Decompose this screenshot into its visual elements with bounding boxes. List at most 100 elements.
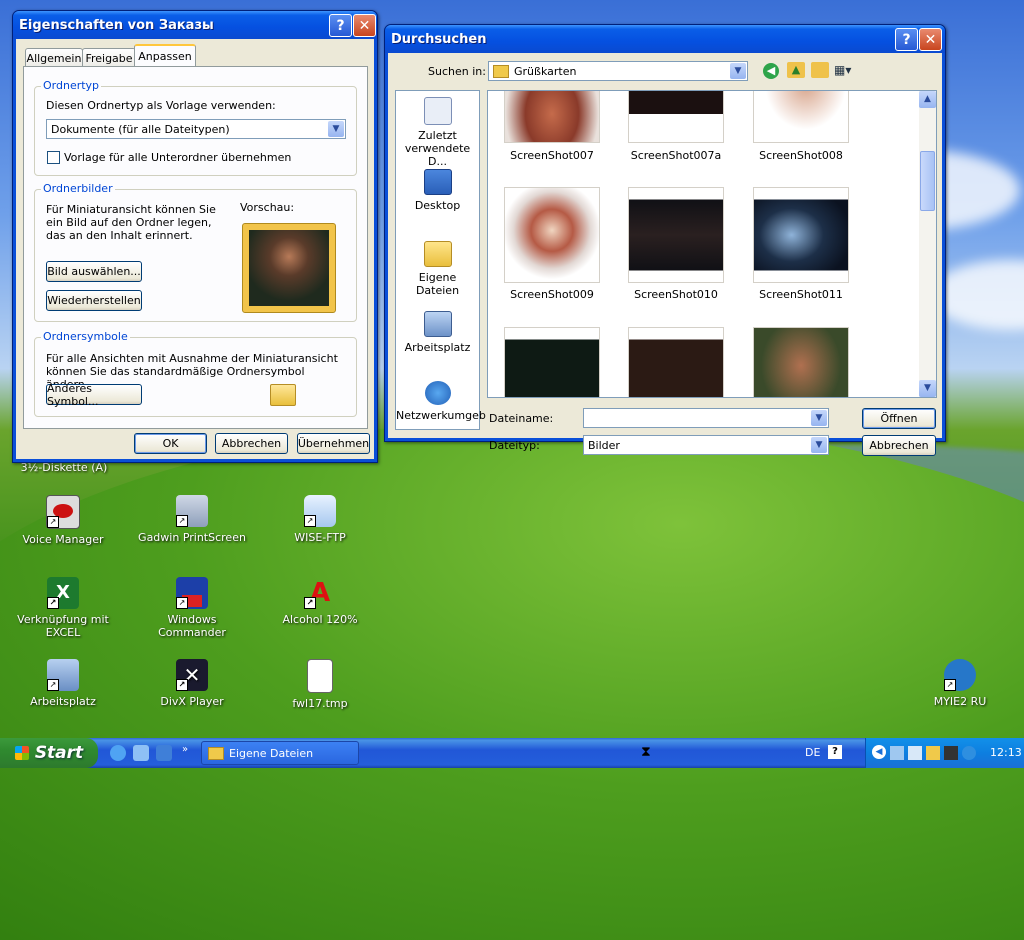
start-label: Start <box>34 743 84 763</box>
lookin-label: Suchen in: <box>428 65 486 78</box>
task-button-eigene-dateien[interactable]: Eigene Dateien <box>201 741 359 765</box>
tray-network-icon[interactable] <box>890 746 904 760</box>
clock[interactable]: 12:13 <box>990 746 1022 759</box>
lookin-select[interactable]: Grüßkarten ▼ <box>488 61 748 81</box>
help-button[interactable]: ? <box>895 28 918 51</box>
desktop-icon-voice-manager[interactable]: ↗ Voice Manager <box>3 495 123 546</box>
open-button[interactable]: Öffnen <box>862 408 936 429</box>
help-icon[interactable]: ? <box>828 745 842 759</box>
cancel-button[interactable]: Abbrechen <box>215 433 288 454</box>
filename-input[interactable]: ▼ <box>583 408 829 428</box>
desktop-icon-divx[interactable]: ✕ ↗ DivX Player <box>132 659 252 708</box>
place-desktop[interactable]: Desktop <box>396 169 479 212</box>
file-label[interactable]: ScreenShot008 <box>741 149 861 162</box>
desktop-icon-excel[interactable]: X ↗ Verknüpfung mit EXCEL <box>3 577 123 639</box>
desktop-icon-tmp[interactable]: fwl17.tmp <box>260 659 380 710</box>
chevron-down-icon[interactable]: ▼ <box>730 63 746 79</box>
voice-manager-icon: ↗ <box>46 495 80 529</box>
chevron-down-icon[interactable]: ▼ <box>328 121 344 137</box>
tray-globe-icon[interactable] <box>962 746 976 760</box>
place-label: Arbeitsplatz <box>404 341 471 354</box>
alcohol-icon: A ↗ <box>304 577 336 609</box>
properties-titlebar[interactable]: Eigenschaften von Заказы ? ✕ <box>13 11 377 39</box>
desktop-icon-wise-ftp[interactable]: ↗ WISE-FTP <box>260 495 380 544</box>
vertical-scrollbar[interactable]: ▲ ▼ <box>919 91 936 397</box>
desktop-icon-windows-commander[interactable]: ↗ Windows Commander <box>132 577 252 639</box>
thumbnail[interactable] <box>753 187 849 283</box>
browse-titlebar[interactable]: Durchsuchen ? ✕ <box>385 25 945 53</box>
quicklaunch-desktop-icon[interactable] <box>133 745 149 761</box>
system-tray: ◀ 12:13 <box>865 738 1024 768</box>
close-button[interactable]: ✕ <box>353 14 376 37</box>
up-folder-icon[interactable]: ▲ <box>787 62 805 78</box>
quicklaunch-media-icon[interactable] <box>156 745 172 761</box>
tab-allgemein[interactable]: Allgemein <box>25 48 83 67</box>
group-title: Ordnerbilder <box>41 182 115 195</box>
close-button[interactable]: ✕ <box>919 28 942 51</box>
new-folder-icon[interactable] <box>811 62 829 78</box>
thumbnail[interactable] <box>504 327 600 397</box>
thumbnail[interactable] <box>753 91 849 143</box>
choose-picture-button[interactable]: Bild auswählen... <box>46 261 142 282</box>
back-icon[interactable]: ◀ <box>763 63 779 79</box>
file-label[interactable]: ScreenShot011 <box>741 288 861 301</box>
task-label: Eigene Dateien <box>229 746 314 760</box>
place-label: Desktop <box>414 199 461 212</box>
tray-monitor-icon[interactable] <box>944 746 958 760</box>
chevron-down-icon[interactable]: ▼ <box>811 410 827 426</box>
file-list[interactable]: ScreenShot007 ScreenShot007a ScreenShot0… <box>487 90 937 398</box>
scroll-up-button[interactable]: ▲ <box>919 91 936 108</box>
thumbnail[interactable] <box>628 187 724 283</box>
folder-picture-text: Für Miniaturansicht können Sie ein Bild … <box>46 203 216 242</box>
thumbnail[interactable] <box>504 91 600 143</box>
place-my-documents[interactable]: Eigene Dateien <box>396 241 479 297</box>
filetype-select[interactable]: Bilder ▼ <box>583 435 829 455</box>
folder-icon <box>270 384 296 406</box>
thumbnail[interactable] <box>753 327 849 397</box>
thumbnail[interactable] <box>628 91 724 143</box>
quicklaunch-expand-icon[interactable]: » <box>182 744 188 755</box>
desktop-icon-my-computer[interactable]: ↗ Arbeitsplatz <box>3 659 123 708</box>
chevron-down-icon[interactable]: ▼ <box>811 437 827 453</box>
tab-freigabe[interactable]: Freigabe <box>82 48 136 67</box>
place-network[interactable]: Netzwerkumgeb <box>396 381 486 422</box>
folder-type-select[interactable]: Dokumente (für alle Dateitypen) ▼ <box>46 119 346 139</box>
divx-icon: ✕ ↗ <box>176 659 208 691</box>
ftp-icon: ↗ <box>304 495 336 527</box>
cancel-button[interactable]: Abbrechen <box>862 435 936 456</box>
desktop-icon-myie2[interactable]: ↗ MYIE2 RU <box>900 659 1020 708</box>
select-value: Dokumente (für alle Dateitypen) <box>51 122 230 136</box>
place-my-computer[interactable]: Arbeitsplatz <box>396 311 479 354</box>
apply-button[interactable]: Übernehmen <box>297 433 370 454</box>
tray-app-icon[interactable] <box>908 746 922 760</box>
file-label[interactable]: ScreenShot010 <box>616 288 736 301</box>
desktop-icon-label: Verknüpfung mit EXCEL <box>17 613 109 639</box>
desktop-icon-alcohol[interactable]: A ↗ Alcohol 120% <box>260 577 380 626</box>
subfolder-checkbox[interactable] <box>47 151 60 164</box>
thumbnail[interactable] <box>504 187 600 283</box>
filetype-label: Dateityp: <box>489 439 540 452</box>
place-recent[interactable]: Zuletzt verwendete D... <box>396 97 479 168</box>
desktop-icon-label: Arbeitsplatz <box>30 695 96 708</box>
ok-button[interactable]: OK <box>134 433 207 454</box>
restore-button[interactable]: Wiederherstellen <box>46 290 142 311</box>
tab-anpassen[interactable]: Anpassen <box>134 44 196 67</box>
tray-folder-icon[interactable] <box>926 746 940 760</box>
language-indicator[interactable]: DE <box>805 746 820 759</box>
file-label[interactable]: ScreenShot007a <box>616 149 736 162</box>
file-label[interactable]: ScreenShot009 <box>492 288 612 301</box>
scroll-thumb[interactable] <box>920 151 935 211</box>
desktop-icon-gadwin[interactable]: ↗ Gadwin PrintScreen <box>132 495 252 544</box>
quicklaunch-ie-icon[interactable] <box>110 745 126 761</box>
scroll-down-button[interactable]: ▼ <box>919 380 936 397</box>
thumbnail[interactable] <box>628 327 724 397</box>
window-title: Durchsuchen <box>391 31 487 47</box>
help-button[interactable]: ? <box>329 14 352 37</box>
tray-expand-icon[interactable]: ◀ <box>872 745 886 759</box>
file-label[interactable]: ScreenShot007 <box>492 149 612 162</box>
select-value: Bilder <box>588 438 620 452</box>
excel-icon: X ↗ <box>47 577 79 609</box>
view-menu-icon[interactable]: ▦▾ <box>834 63 856 77</box>
change-icon-button[interactable]: Anderes Symbol... <box>46 382 142 408</box>
start-button[interactable]: Start <box>0 738 98 768</box>
